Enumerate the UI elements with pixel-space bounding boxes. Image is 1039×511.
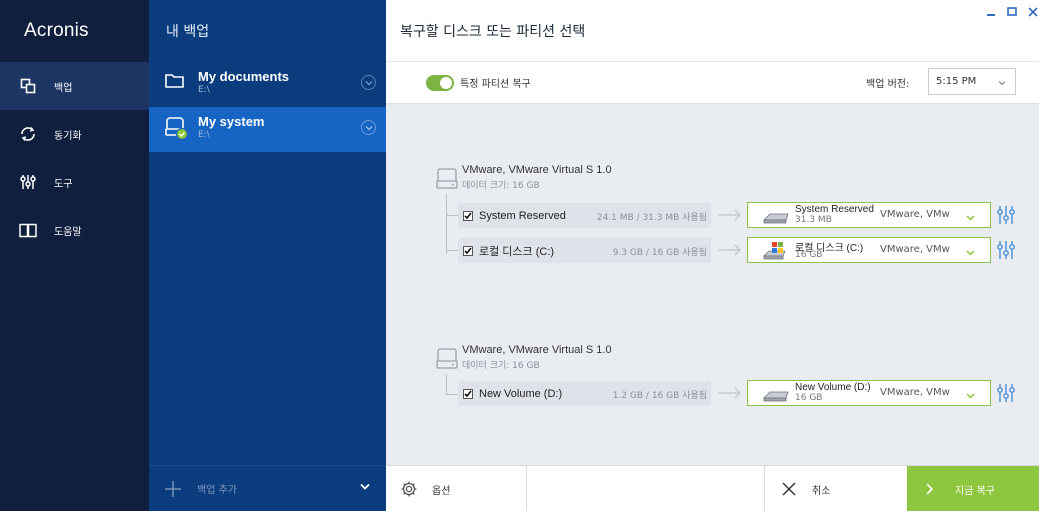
- page-title-bar: 복구할 디스크 또는 파티션 선택: [386, 0, 1039, 62]
- gear-icon: [400, 480, 418, 498]
- partition-drive-icon: [763, 213, 789, 224]
- nav-item-help[interactable]: 도움말: [0, 206, 149, 254]
- destination-select-system-reserved[interactable]: System Reserved 31.3 MB VMware, VMware V…: [747, 202, 991, 228]
- minimize-icon[interactable]: [985, 6, 997, 18]
- arrow-right-icon: [718, 244, 741, 256]
- main-panel: 복구할 디스크 또는 파티션 선택 특정 파티션 복구 백업 버전: 5:15 …: [386, 0, 1039, 511]
- backup-version-label: 백업 버전:: [866, 79, 910, 90]
- recover-now-button[interactable]: 지금 복구: [907, 466, 1039, 511]
- chevron-down-icon[interactable]: [360, 482, 370, 493]
- chevron-down-icon: [966, 211, 975, 224]
- page-title: 복구할 디스크 또는 파티션 선택: [400, 23, 586, 40]
- partition-name: 로컬 디스크 (C:): [479, 245, 555, 258]
- action-footer: 옵션 취소 지금 복구: [386, 465, 1039, 511]
- nav-label: 동기화: [54, 130, 82, 142]
- nav-item-sync[interactable]: 동기화: [0, 110, 149, 158]
- destination-select-local-disk-c[interactable]: 로컬 디스크 (C:) 16 GB VMware, VMware Virtual…: [747, 237, 991, 263]
- nav-item-backup[interactable]: 백업: [0, 62, 149, 110]
- hard-disk-icon: [435, 166, 459, 192]
- cancel-label: 취소: [812, 485, 831, 497]
- partition-name: System Reserved: [479, 209, 566, 222]
- acronis-logo: Acronis: [24, 20, 89, 41]
- partition-drive-icon: [763, 391, 789, 402]
- maximize-icon[interactable]: [1006, 6, 1018, 18]
- disk-size: 데이터 크기: 16 GB: [462, 361, 540, 371]
- arrow-right-icon: [718, 209, 741, 221]
- partition-name: New Volume (D:): [479, 387, 563, 400]
- backup-list-panel: 내 백업 My documents E:\ My system E:\ 백업 추…: [149, 0, 386, 511]
- chevron-down-icon: [998, 78, 1006, 89]
- partition-used: 9.3 GB / 16 GB 사용됨: [612, 248, 707, 258]
- disk-name: VMware, VMware Virtual S 1.0: [462, 164, 612, 176]
- nav-item-tools[interactable]: 도구: [0, 158, 149, 206]
- destination-name: System Reserved: [795, 204, 874, 215]
- sync-icon: [19, 125, 37, 143]
- backup-version-select[interactable]: 5:15 PM: [928, 68, 1016, 95]
- partition-used: 1.2 GB / 16 GB 사용됨: [612, 391, 707, 401]
- left-nav: Acronis 백업 동기화 도구 도움말: [0, 0, 149, 511]
- destination-name: New Volume (D:): [795, 382, 871, 393]
- destination-disk: VMware, VMware Virtual S 1.0: [880, 209, 950, 220]
- destination-disk: VMware, VMware Virtual S 1.0: [880, 244, 950, 255]
- backup-list-title: 내 백업: [166, 24, 210, 40]
- chevron-down-icon: [966, 389, 975, 402]
- add-backup-label: 백업 추가: [197, 485, 237, 496]
- backup-path: E:\: [198, 130, 210, 140]
- partition-row-system-reserved[interactable]: System Reserved 24.1 MB / 31.3 MB 사용됨: [458, 203, 711, 228]
- nav-label: 백업: [54, 82, 73, 94]
- destination-size: 16 GB: [795, 393, 823, 403]
- arrow-right-icon: [718, 387, 741, 399]
- destination-select-new-volume-d[interactable]: New Volume (D:) 16 GB VMware, VMware Vir…: [747, 380, 991, 406]
- hard-disk-icon: [435, 346, 459, 372]
- book-icon: [19, 221, 37, 239]
- partition-settings-icon[interactable]: [997, 383, 1015, 403]
- plus-icon: [163, 479, 183, 499]
- disk-size: 데이터 크기: 16 GB: [462, 181, 540, 191]
- destination-size: 16 GB: [795, 250, 823, 260]
- backup-icon: [19, 77, 37, 95]
- backup-item-my-documents[interactable]: My documents E:\: [149, 62, 386, 107]
- recover-now-label: 지금 복구: [955, 485, 995, 497]
- backup-path: E:\: [198, 85, 210, 95]
- chevron-down-icon: [966, 246, 975, 259]
- partition-checkbox[interactable]: [463, 388, 473, 399]
- cancel-button[interactable]: 취소: [764, 466, 907, 511]
- partition-recovery-label: 특정 파티션 복구: [460, 79, 531, 90]
- nav-label: 도구: [54, 178, 73, 190]
- destination-size: 31.3 MB: [795, 215, 832, 225]
- windows-drive-icon: [763, 242, 786, 260]
- backup-name: My documents: [198, 69, 290, 84]
- partition-settings-icon[interactable]: [997, 240, 1015, 260]
- options-label: 옵션: [432, 485, 451, 497]
- add-backup-button[interactable]: 백업 추가: [149, 465, 386, 511]
- tools-icon: [19, 173, 37, 191]
- chevron-right-icon: [925, 483, 937, 495]
- backup-version-value: 5:15 PM: [936, 76, 977, 87]
- disk-name: VMware, VMware Virtual S 1.0: [462, 344, 612, 356]
- system-disk-icon: [164, 115, 189, 141]
- recovery-toolbar: 특정 파티션 복구 백업 버전: 5:15 PM: [386, 62, 1039, 104]
- nav-label: 도움말: [54, 226, 82, 238]
- partition-row-local-disk-c[interactable]: 로컬 디스크 (C:) 9.3 GB / 16 GB 사용됨: [458, 238, 711, 263]
- partition-used: 24.1 MB / 31.3 MB 사용됨: [596, 213, 707, 223]
- close-icon: [781, 481, 797, 497]
- partition-recovery-toggle[interactable]: [426, 75, 454, 91]
- expand-chevron-icon[interactable]: [361, 120, 376, 135]
- backup-name: My system: [198, 114, 265, 129]
- partition-settings-icon[interactable]: [997, 205, 1015, 225]
- folder-icon: [164, 70, 188, 94]
- expand-chevron-icon[interactable]: [361, 75, 376, 90]
- close-icon[interactable]: [1027, 6, 1039, 18]
- destination-disk: VMware, VMware Virtual S 1.0: [880, 387, 950, 398]
- partition-checkbox[interactable]: [463, 210, 473, 221]
- partition-checkbox[interactable]: [463, 245, 473, 256]
- options-button[interactable]: 옵션: [386, 466, 527, 511]
- backup-item-my-system[interactable]: My system E:\: [149, 107, 386, 152]
- partition-row-new-volume-d[interactable]: New Volume (D:) 1.2 GB / 16 GB 사용됨: [458, 381, 711, 406]
- window-controls: [985, 6, 1039, 18]
